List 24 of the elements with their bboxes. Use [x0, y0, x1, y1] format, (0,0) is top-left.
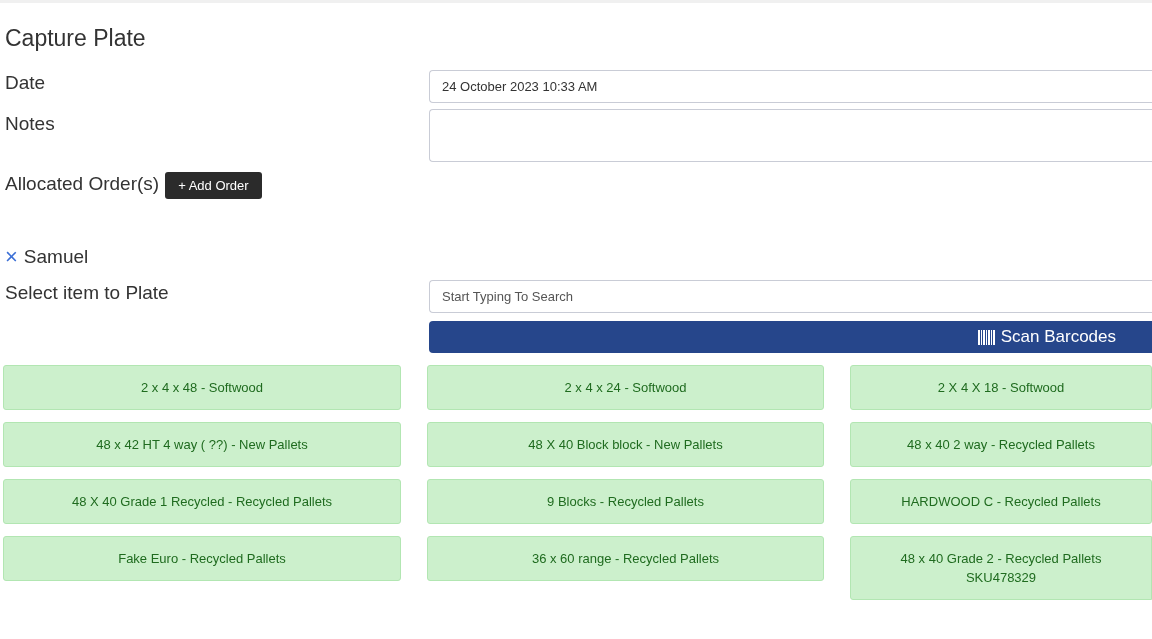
notes-field[interactable]	[429, 109, 1152, 162]
item-button[interactable]: 2 x 4 x 24 - Softwood	[427, 365, 824, 410]
add-order-button[interactable]: + Add Order	[165, 172, 262, 199]
item-button[interactable]: 2 x 4 x 48 - Softwood	[3, 365, 401, 410]
item-button[interactable]: 48 x 40 2 way - Recycled Pallets	[850, 422, 1152, 467]
allocated-orders-label: Allocated Order(s)	[5, 171, 160, 196]
allocated-order: Samuel	[23, 245, 89, 269]
item-button[interactable]: 36 x 60 range - Recycled Pallets	[427, 536, 824, 581]
date-label: Date	[5, 71, 46, 95]
select-item-label: Select item to Plate	[5, 281, 169, 305]
item-button[interactable]: 48 x 40 Grade 2 - Recycled Pallets SKU478329	[850, 536, 1152, 600]
notes-label: Notes	[5, 112, 55, 136]
search-field[interactable]: Start Typing To Search	[429, 280, 1152, 313]
item-button[interactable]: 9 Blocks - Recycled Pallets	[427, 479, 824, 524]
date-field[interactable]: 24 October 2023 10:33 AM	[429, 70, 1152, 103]
barcode-icon	[977, 329, 995, 345]
page-title: Capture Plate	[5, 24, 146, 53]
item-button[interactable]: 2 X 4 X 18 - Softwood	[850, 365, 1152, 410]
item-button[interactable]: HARDWOOD C - Recycled Pallets	[850, 479, 1152, 524]
item-button[interactable]: 48 x 42 HT 4 way ( ??) - New Pallets	[3, 422, 401, 467]
item-button[interactable]: Fake Euro - Recycled Pallets	[3, 536, 401, 581]
item-button[interactable]: 48 X 40 Block block - New Pallets	[427, 422, 824, 467]
scan-barcodes-button[interactable]: Scan Barcodes	[429, 321, 1152, 353]
item-button[interactable]: 48 X 40 Grade 1 Recycled - Recycled Pallets	[3, 479, 401, 524]
